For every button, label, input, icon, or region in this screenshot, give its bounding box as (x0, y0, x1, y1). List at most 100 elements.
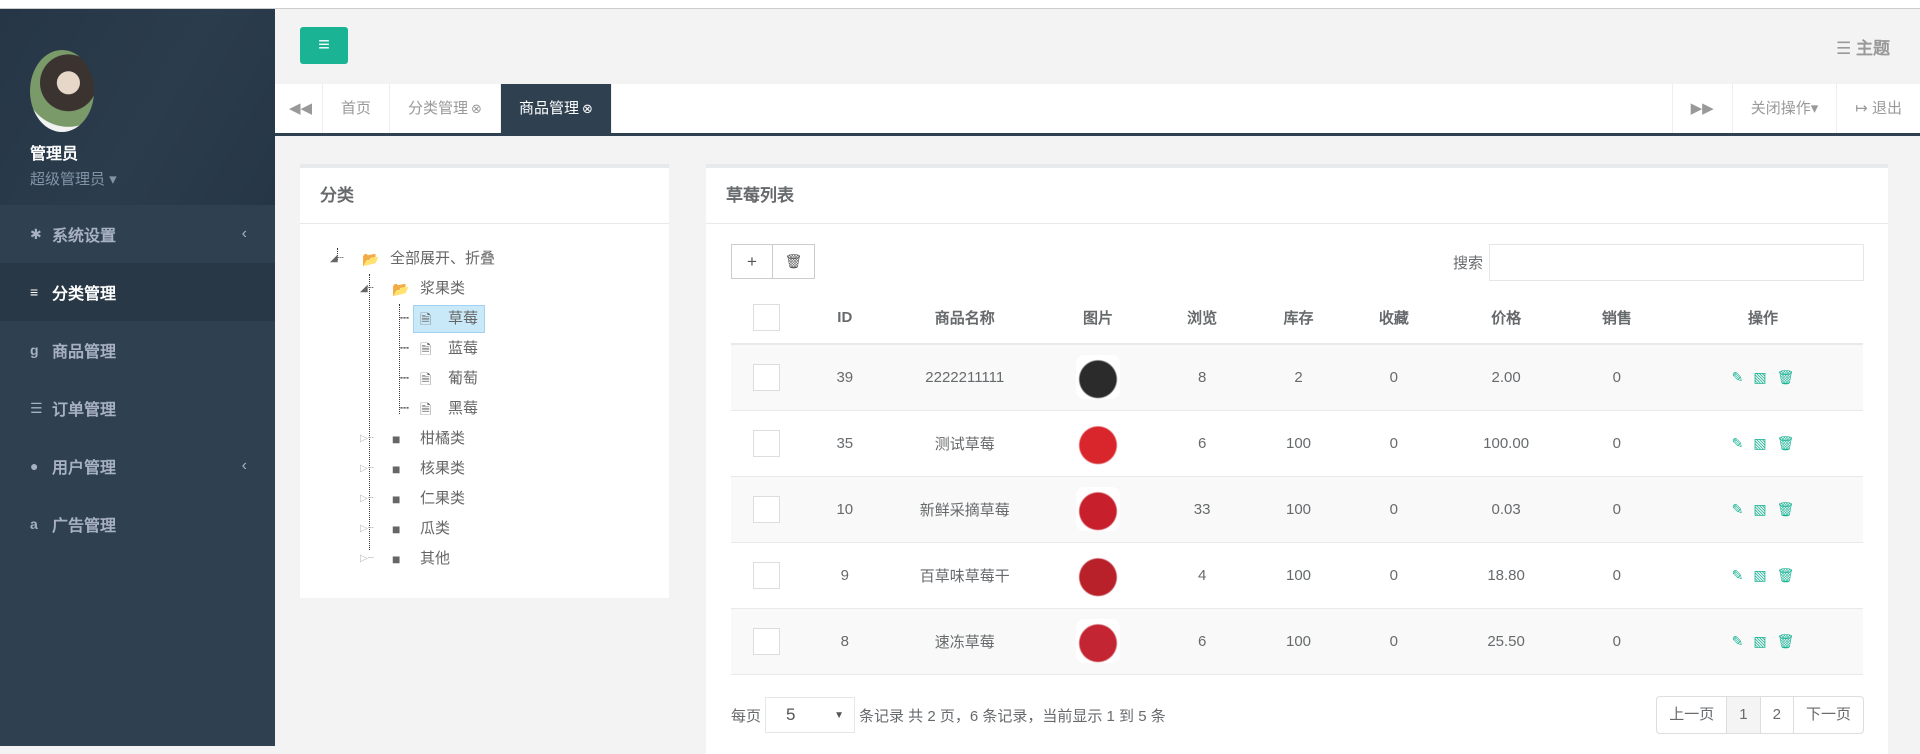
trash-icon[interactable]: 🗑 (1777, 435, 1795, 451)
tree-leaf-label-wrap[interactable]: 🗎 黑莓 (420, 394, 478, 424)
avatar[interactable] (30, 50, 94, 132)
row-checkbox[interactable] (753, 429, 781, 457)
user-role-dropdown[interactable]: 超级管理员 ▾ (30, 168, 275, 189)
table-row[interactable]: 8 速冻草莓 6 100 0 25.50 0 ✎ ▧ 🗑 (731, 608, 1863, 675)
cell-id: 35 (802, 410, 887, 477)
product-image[interactable] (1076, 355, 1121, 400)
image-icon[interactable]: ▧ (1753, 567, 1766, 583)
close-operations-dropdown[interactable]: 关闭操作▾ (1733, 84, 1838, 133)
tabs-prev-button[interactable]: ◀◀ (275, 84, 323, 133)
cell-actions: ✎ ▧ 🗑 (1662, 542, 1863, 609)
close-icon[interactable]: ⊗ (471, 101, 482, 116)
edit-icon[interactable]: ✎ (1732, 435, 1744, 451)
sidebar-item-label: 分类管理 (52, 286, 117, 303)
table-row[interactable]: 10 新鲜采摘草莓 33 100 0 0.03 0 ✎ ▧ 🗑 (731, 476, 1863, 543)
list-icon: ≡ (30, 284, 39, 300)
tree-node[interactable]: ▷┄ ■ 核果类 (360, 454, 669, 484)
tab-category[interactable]: 分类管理 ⊗ (390, 84, 501, 133)
cell-image (1042, 476, 1154, 543)
product-image[interactable] (1076, 553, 1121, 597)
edit-icon[interactable]: ✎ (1732, 567, 1744, 583)
theme-button[interactable]: ☰ 主题 (1836, 34, 1890, 59)
row-checkbox[interactable] (753, 363, 781, 391)
sidebar-item-label: 广告管理 (52, 518, 117, 535)
product-image[interactable] (1076, 487, 1121, 531)
sidebar-menu: ✱ 系统设置 ‹ ≡ 分类管理 g 商品管理 ☰ 订单管理 ● 用户管理 ‹ a 广告管理 (0, 205, 275, 553)
tree-label: 蓝莓 (448, 340, 479, 357)
tree-leaf-label-wrap[interactable]: 🗎 葡萄 (420, 364, 478, 394)
image-icon[interactable]: ▧ (1753, 369, 1766, 385)
category-title: 分类 (300, 168, 669, 224)
tree-leaf[interactable]: ┄ 🗎 蓝莓 (400, 334, 669, 364)
trash-icon[interactable]: 🗑 (1777, 501, 1795, 517)
image-icon[interactable]: ▧ (1753, 633, 1766, 649)
cell-image (1042, 542, 1154, 609)
trash-icon[interactable]: 🗑 (1777, 567, 1795, 583)
image-icon[interactable]: ▧ (1753, 501, 1766, 517)
prev-page-button[interactable]: 上一页 (1657, 697, 1726, 733)
amazon-icon: a (30, 516, 38, 532)
toggle-menu-button[interactable]: ≡ (300, 27, 348, 64)
delete-button[interactable]: 🗑 (773, 244, 815, 279)
product-image[interactable] (1076, 421, 1121, 465)
add-button[interactable]: + (731, 244, 773, 279)
cell-stock: 2 (1250, 344, 1347, 411)
column-header: ID (802, 292, 887, 345)
search-input[interactable] (1489, 244, 1864, 281)
column-header: 图片 (1042, 292, 1154, 345)
tree-leaf[interactable]: ┄ 🗎 草莓 (400, 304, 669, 334)
sidebar-item-3[interactable]: ☰ 订单管理 (0, 379, 275, 437)
logout-button[interactable]: ↦ 退出 (1837, 84, 1920, 133)
cell-sales: 0 (1570, 608, 1663, 675)
cell-price: 18.80 (1441, 542, 1571, 609)
page-1-button[interactable]: 1 (1726, 697, 1760, 733)
table-row[interactable]: 35 测试草莓 6 100 0 100.00 0 ✎ ▧ 🗑 (731, 410, 1863, 477)
page-2-button[interactable]: 2 (1759, 697, 1793, 733)
sidebar-item-4[interactable]: ● 用户管理 ‹ (0, 437, 275, 495)
tree-node-berries[interactable]: ◢┄ 📂 浆果类 (360, 274, 669, 304)
next-page-button[interactable]: 下一页 (1792, 697, 1863, 733)
cell-fav: 0 (1346, 410, 1442, 477)
cell-image (1042, 608, 1154, 675)
close-ops-label: 关闭操作 (1750, 100, 1811, 117)
tab-goods[interactable]: 商品管理 ⊗ (500, 84, 612, 133)
page-size-select[interactable]: 5 ▼ (765, 697, 856, 733)
row-checkbox[interactable] (753, 627, 781, 655)
row-checkbox[interactable] (753, 495, 781, 523)
tabs-next-button[interactable]: ▶▶ (1671, 84, 1733, 133)
tree-node[interactable]: ▷┄ ■ 柑橘类 (360, 424, 669, 454)
tree-node[interactable]: ▷┄ ■ 仁果类 (360, 484, 669, 514)
tree-node[interactable]: ▷┄ ■ 瓜类 (360, 514, 669, 544)
edit-icon[interactable]: ✎ (1732, 633, 1744, 649)
edit-icon[interactable]: ✎ (1732, 501, 1744, 517)
folder-icon: ■ (392, 491, 401, 507)
row-select (731, 344, 803, 411)
sidebar-item-0[interactable]: ✱ 系统设置 ‹ (0, 205, 275, 263)
tree-leaf-label-wrap[interactable]: 🗎 蓝莓 (420, 334, 478, 364)
image-icon[interactable]: ▧ (1753, 435, 1766, 451)
sidebar-item-5[interactable]: a 广告管理 (0, 495, 275, 553)
table-row[interactable]: 39 2222211111 8 2 0 2.00 0 ✎ ▧ 🗑 (731, 344, 1863, 411)
tab-label: 分类管理 (408, 100, 469, 117)
sidebar-item-2[interactable]: g 商品管理 (0, 321, 275, 379)
sidebar-item-1[interactable]: ≡ 分类管理 (0, 263, 275, 321)
tab-home[interactable]: 首页 (323, 84, 391, 133)
trash-icon[interactable]: 🗑 (1777, 369, 1795, 385)
cell-views: 33 (1153, 476, 1251, 543)
tree-leaf[interactable]: ┄ 🗎 黑莓 (400, 394, 669, 424)
close-icon[interactable]: ⊗ (582, 101, 593, 116)
cell-id: 39 (802, 344, 887, 411)
cell-price: 25.50 (1441, 608, 1571, 675)
tree-root[interactable]: ◢┄ 📂 全部展开、折叠 (330, 244, 669, 274)
tree-leaf[interactable]: ┄ 🗎 葡萄 (400, 364, 669, 394)
product-image[interactable] (1076, 619, 1121, 663)
select-all-checkbox[interactable] (753, 304, 781, 331)
cell-views: 8 (1153, 344, 1251, 411)
tree-leaf-label-wrap[interactable]: 🗎 草莓 (413, 305, 486, 333)
table-row[interactable]: 9 百草味草莓干 4 100 0 18.80 0 ✎ ▧ 🗑 (731, 542, 1863, 609)
tree-node[interactable]: ▷┄ ■ 其他 (360, 544, 669, 574)
trash-icon[interactable]: 🗑 (1777, 633, 1795, 649)
row-checkbox[interactable] (753, 561, 781, 589)
row-select (731, 476, 803, 543)
edit-icon[interactable]: ✎ (1732, 369, 1744, 385)
